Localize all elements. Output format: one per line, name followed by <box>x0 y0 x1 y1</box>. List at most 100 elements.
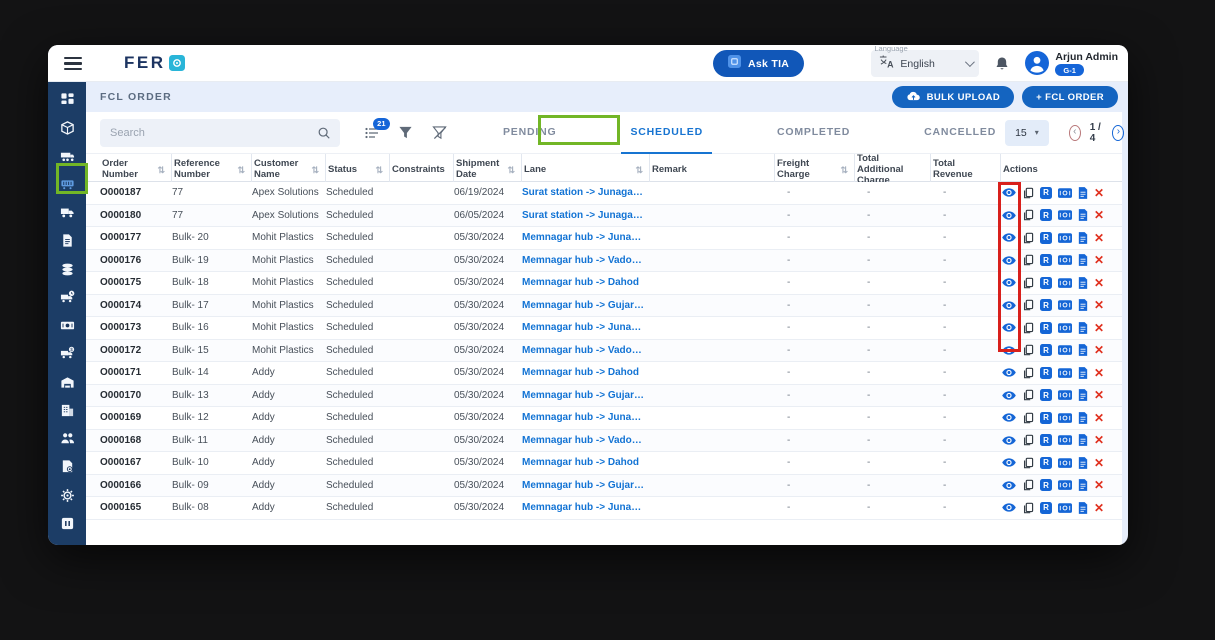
copy-action-icon[interactable] <box>1023 412 1034 424</box>
document-action-icon[interactable] <box>1078 299 1088 312</box>
delete-action-icon[interactable]: ✕ <box>1094 366 1104 380</box>
receipt-action-icon[interactable]: R <box>1040 254 1052 267</box>
document-action-icon[interactable] <box>1078 209 1088 222</box>
delete-action-icon[interactable]: ✕ <box>1094 208 1104 222</box>
delete-action-icon[interactable]: ✕ <box>1094 478 1104 492</box>
user-menu[interactable]: Arjun Admin G-1 <box>1025 51 1118 76</box>
copy-action-icon[interactable] <box>1023 209 1034 221</box>
sidebar-item-delivery-truck[interactable] <box>52 204 82 221</box>
tab-pending[interactable]: PENDING <box>494 112 565 154</box>
lane-link[interactable]: Memnagar hub -> Junagadh <box>522 502 650 513</box>
document-action-icon[interactable] <box>1078 321 1088 334</box>
copy-action-icon[interactable] <box>1023 367 1034 379</box>
copy-action-icon[interactable] <box>1023 479 1034 491</box>
document-action-icon[interactable] <box>1078 434 1088 447</box>
document-action-icon[interactable] <box>1078 411 1088 424</box>
payment-action-icon[interactable] <box>1058 232 1072 243</box>
copy-action-icon[interactable] <box>1023 187 1034 199</box>
document-action-icon[interactable] <box>1078 344 1088 357</box>
lane-link[interactable]: Surat station -> Junagadh <box>522 210 650 221</box>
sort-icon[interactable]: ⇅ <box>311 165 319 175</box>
lane-link[interactable]: Memnagar hub -> Gujarat Internatio... <box>522 390 650 401</box>
view-action-icon[interactable] <box>1001 502 1017 513</box>
payment-action-icon[interactable] <box>1058 322 1072 333</box>
sidebar-item-trailer[interactable] <box>52 148 82 165</box>
lane-link[interactable]: Memnagar hub -> Junagadh <box>522 322 650 333</box>
document-action-icon[interactable] <box>1078 231 1088 244</box>
sidebar-item-dashboard[interactable] <box>52 91 82 108</box>
lane-link[interactable]: Memnagar hub -> Vadodara Railway ... <box>522 435 650 446</box>
ask-tia-button[interactable]: Ask TIA <box>713 50 805 77</box>
delete-action-icon[interactable]: ✕ <box>1094 456 1104 470</box>
copy-action-icon[interactable] <box>1023 254 1034 266</box>
delete-action-icon[interactable]: ✕ <box>1094 321 1104 335</box>
next-page-button[interactable]: › <box>1112 124 1125 141</box>
receipt-action-icon[interactable]: R <box>1040 344 1052 357</box>
filter-icon[interactable] <box>398 125 414 141</box>
receipt-action-icon[interactable]: R <box>1040 231 1052 244</box>
document-action-icon[interactable] <box>1078 366 1088 379</box>
payment-action-icon[interactable] <box>1058 457 1072 468</box>
view-action-icon[interactable] <box>1001 300 1017 311</box>
document-action-icon[interactable] <box>1078 254 1088 267</box>
receipt-action-icon[interactable]: R <box>1040 434 1052 447</box>
view-action-icon[interactable] <box>1001 367 1017 378</box>
tab-scheduled[interactable]: SCHEDULED <box>621 112 712 154</box>
receipt-action-icon[interactable]: R <box>1040 501 1052 514</box>
sidebar-item-inventory[interactable] <box>52 261 82 278</box>
receipt-action-icon[interactable]: R <box>1040 456 1052 469</box>
payment-action-icon[interactable] <box>1058 412 1072 423</box>
view-action-icon[interactable] <box>1001 412 1017 423</box>
delete-action-icon[interactable]: ✕ <box>1094 411 1104 425</box>
copy-action-icon[interactable] <box>1023 344 1034 356</box>
hamburger-menu-icon[interactable] <box>64 57 82 73</box>
notification-bell-icon[interactable] <box>994 56 1010 72</box>
view-action-icon[interactable] <box>1001 480 1017 491</box>
sidebar-item-warehouse[interactable] <box>52 374 82 391</box>
document-action-icon[interactable] <box>1078 501 1088 514</box>
copy-action-icon[interactable] <box>1023 299 1034 311</box>
sort-icon[interactable]: ⇅ <box>635 165 643 175</box>
lane-link[interactable]: Memnagar hub -> Vadodara Railway ... <box>522 255 650 266</box>
document-action-icon[interactable] <box>1078 276 1088 289</box>
sidebar-item-drivers[interactable] <box>52 430 82 447</box>
sort-icon[interactable]: ⇅ <box>237 165 245 175</box>
delete-action-icon[interactable]: ✕ <box>1094 388 1104 402</box>
document-action-icon[interactable] <box>1078 479 1088 492</box>
tab-completed[interactable]: COMPLETED <box>768 112 859 154</box>
sidebar-item-documents[interactable] <box>52 232 82 249</box>
receipt-action-icon[interactable]: R <box>1040 209 1052 222</box>
payment-action-icon[interactable] <box>1058 502 1072 513</box>
tab-cancelled[interactable]: CANCELLED <box>915 112 1005 154</box>
copy-action-icon[interactable] <box>1023 502 1034 514</box>
payment-action-icon[interactable] <box>1058 277 1072 288</box>
sidebar-item-company[interactable] <box>52 402 82 419</box>
payment-action-icon[interactable] <box>1058 210 1072 221</box>
sort-icon[interactable]: ⇅ <box>157 165 165 175</box>
page-size-select[interactable]: 15 ▾ <box>1005 119 1049 146</box>
view-action-icon[interactable] <box>1001 390 1017 401</box>
payment-action-icon[interactable] <box>1058 255 1072 266</box>
sidebar-item-truck-schedule[interactable] <box>52 289 82 306</box>
sidebar-item-fcl-orders[interactable] <box>52 176 82 193</box>
sort-icon[interactable]: ⇅ <box>375 165 383 175</box>
payment-action-icon[interactable] <box>1058 367 1072 378</box>
delete-action-icon[interactable]: ✕ <box>1094 253 1104 267</box>
delete-action-icon[interactable]: ✕ <box>1094 231 1104 245</box>
new-fcl-order-button[interactable]: + FCL ORDER <box>1022 86 1118 108</box>
sidebar-item-payments[interactable] <box>52 317 82 334</box>
lane-link[interactable]: Memnagar hub -> Gujarat Internatio... <box>522 300 650 311</box>
lane-link[interactable]: Memnagar hub -> Dahod <box>522 457 650 468</box>
view-action-icon[interactable] <box>1001 435 1017 446</box>
copy-action-icon[interactable] <box>1023 232 1034 244</box>
payment-action-icon[interactable] <box>1058 435 1072 446</box>
payment-action-icon[interactable] <box>1058 390 1072 401</box>
receipt-action-icon[interactable]: R <box>1040 411 1052 424</box>
receipt-action-icon[interactable]: R <box>1040 366 1052 379</box>
sort-icon[interactable]: ⇅ <box>840 165 848 175</box>
active-filters-icon[interactable]: 21 <box>364 117 390 141</box>
payment-action-icon[interactable] <box>1058 480 1072 491</box>
view-action-icon[interactable] <box>1001 457 1017 468</box>
lane-link[interactable]: Memnagar hub -> Vadodara Railway ... <box>522 345 650 356</box>
view-action-icon[interactable] <box>1001 277 1017 288</box>
